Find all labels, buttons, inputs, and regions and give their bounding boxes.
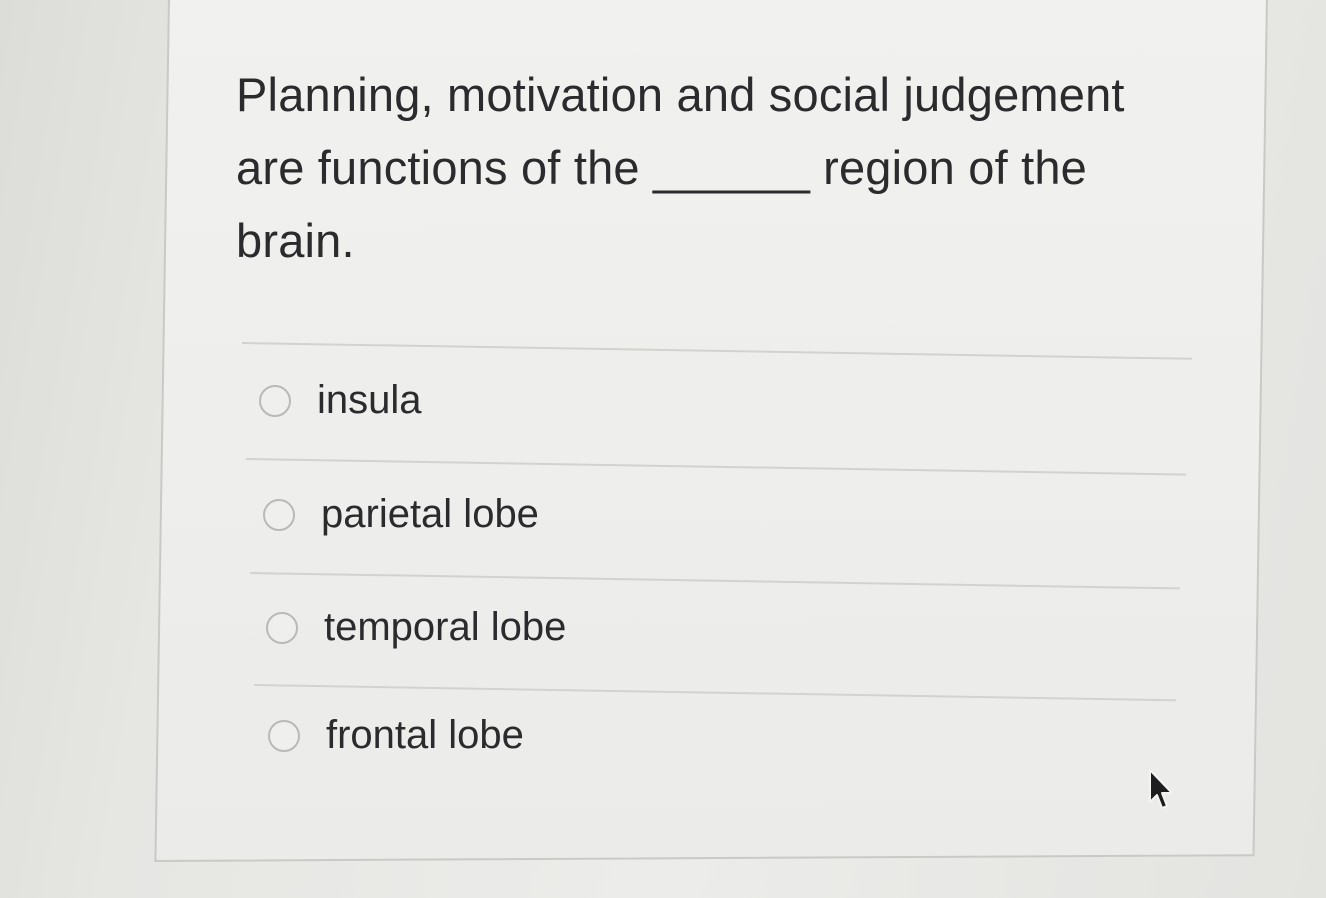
question-blank: ______ (653, 141, 810, 194)
answer-label: temporal lobe (324, 605, 567, 649)
radio-button-empty-icon[interactable] (263, 498, 295, 531)
radio-button-empty-icon[interactable] (268, 719, 300, 752)
answer-option-frontal-lobe[interactable]: frontal lobe (268, 713, 524, 758)
answer-option-insula[interactable]: insula (259, 378, 422, 423)
answer-label: frontal lobe (326, 713, 524, 757)
answer-option-parietal-lobe[interactable]: parietal lobe (263, 492, 539, 537)
question-text: Planning, motivation and social judgemen… (236, 58, 1196, 277)
radio-button-empty-icon[interactable] (259, 384, 291, 417)
answer-label: insula (317, 378, 422, 422)
answer-option-temporal-lobe[interactable]: temporal lobe (266, 605, 566, 650)
answer-label: parietal lobe (321, 492, 539, 536)
mouse-pointer-icon (1149, 769, 1173, 809)
radio-button-empty-icon[interactable] (266, 611, 298, 644)
